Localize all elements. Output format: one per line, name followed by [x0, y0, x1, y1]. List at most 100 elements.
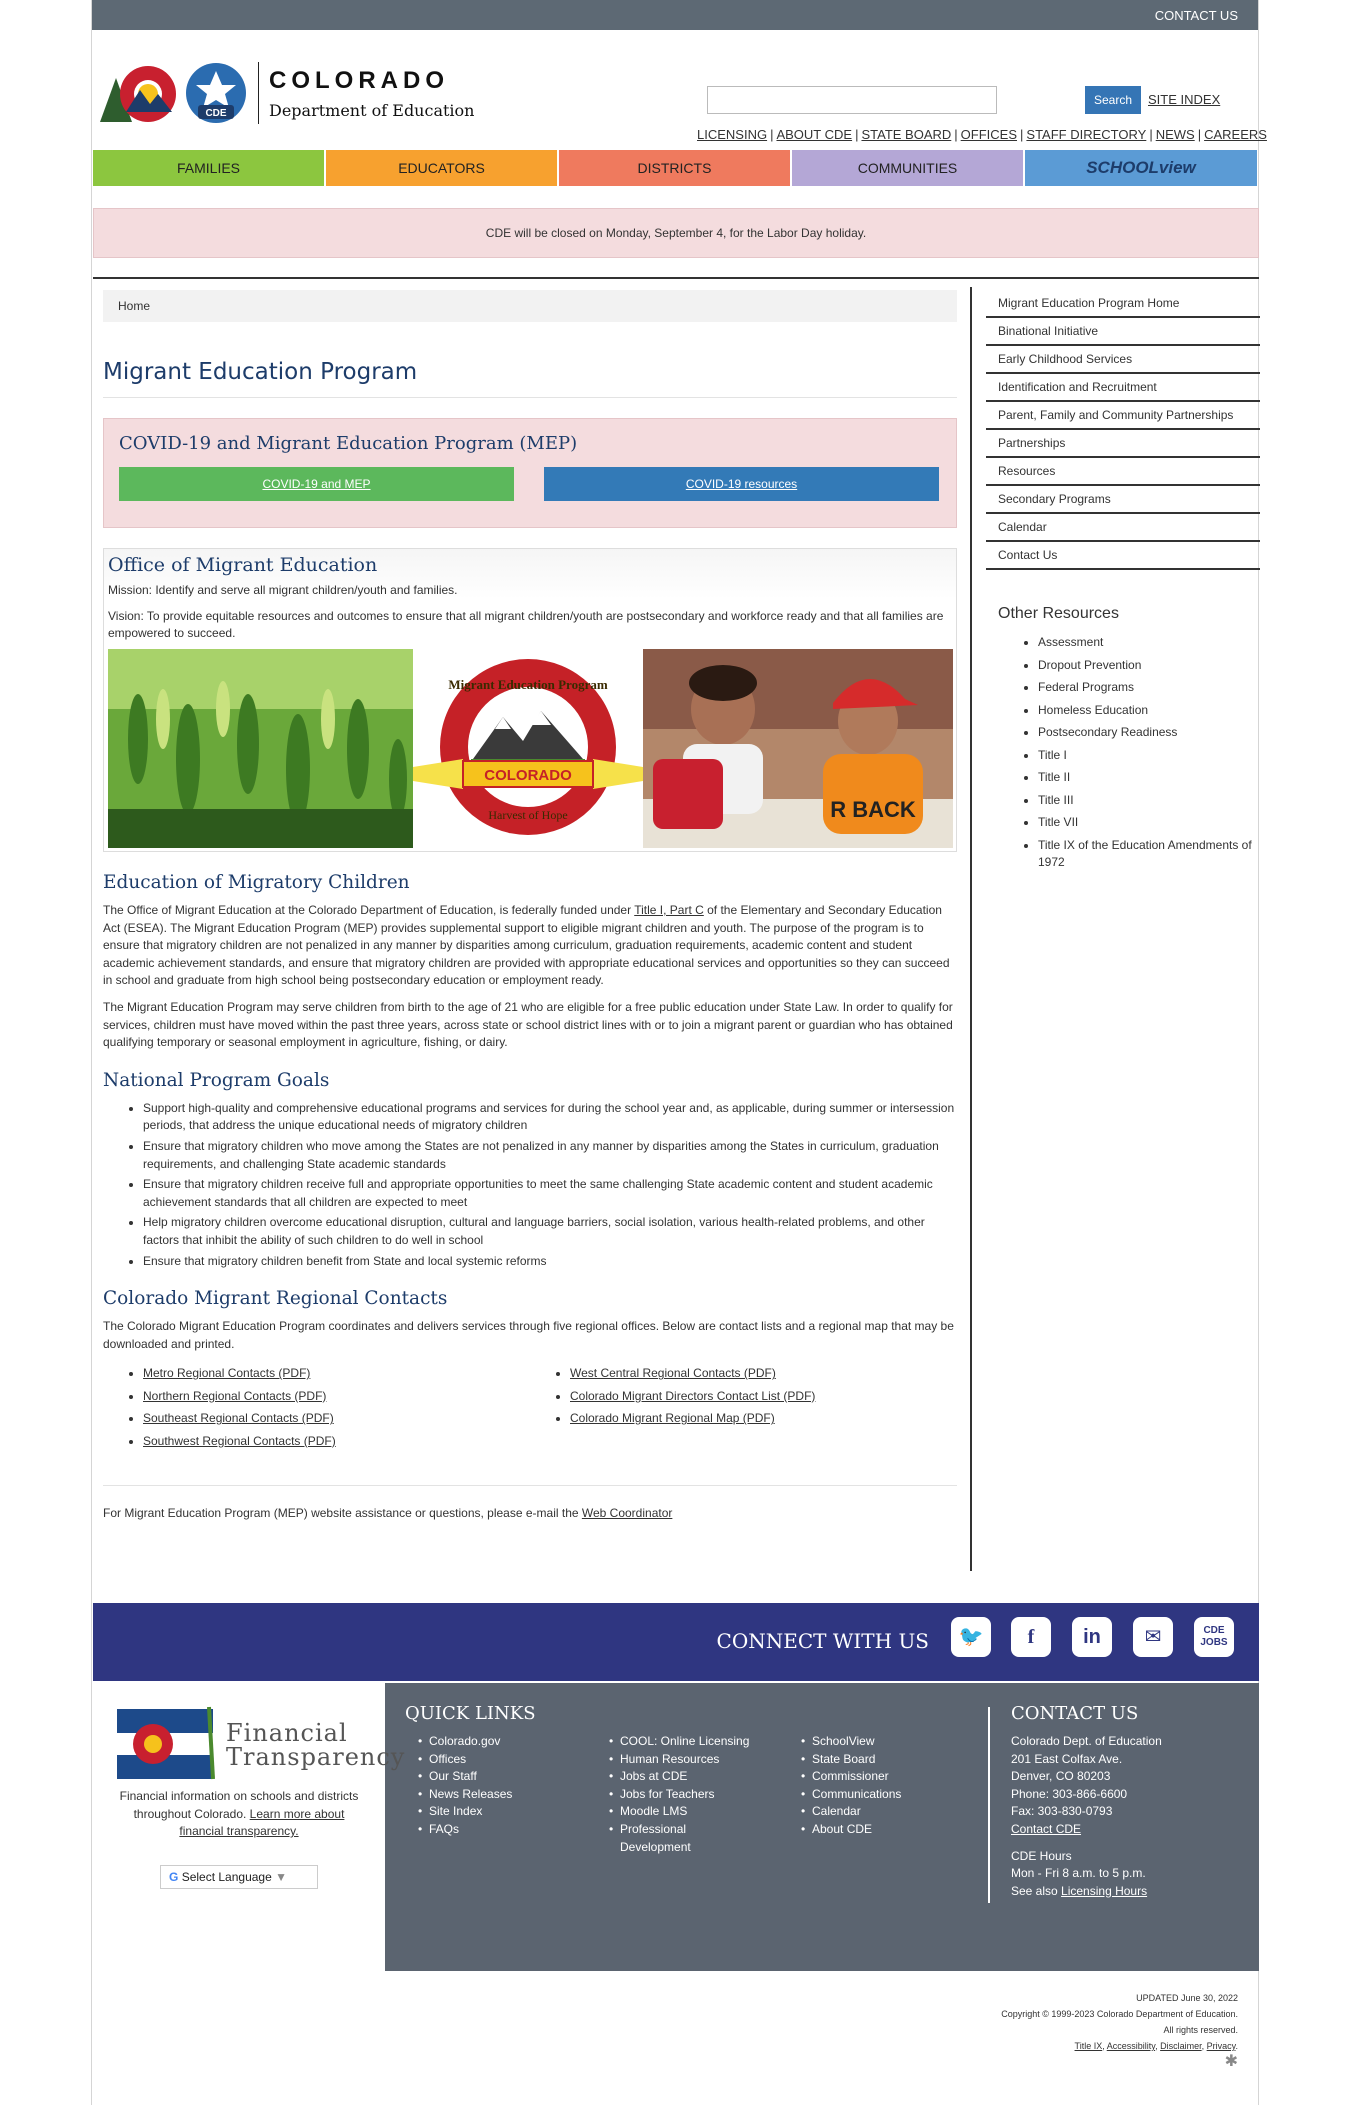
list-item[interactable]: Title III — [1038, 789, 1260, 812]
directors-contact-list-link[interactable]: Colorado Migrant Directors Contact List … — [570, 1389, 815, 1403]
sidebar-item-partnerships[interactable]: Partnerships — [986, 430, 1260, 458]
twitter-icon[interactable]: 🐦 — [951, 1617, 991, 1657]
sidebar-item-calendar[interactable]: Calendar — [986, 514, 1260, 542]
title-i-part-c-link[interactable]: Title I, Part C — [634, 903, 704, 917]
footer-link[interactable]: Communications — [801, 1786, 901, 1804]
disclaimer-link[interactable]: Disclaimer — [1160, 2041, 1202, 2051]
footer-link[interactable]: Calendar — [801, 1803, 901, 1821]
southeast-contacts-link[interactable]: Southeast Regional Contacts (PDF) — [143, 1411, 334, 1425]
footer-link[interactable]: FAQs — [418, 1821, 512, 1839]
footer-link[interactable]: Colorado.gov — [418, 1733, 512, 1751]
footer-link[interactable]: Jobs for Teachers — [609, 1786, 766, 1804]
svg-text:Harvest of Hope: Harvest of Hope — [488, 808, 567, 822]
goals-heading: National Program Goals — [103, 1069, 330, 1091]
facebook-icon[interactable]: f — [1011, 1617, 1051, 1657]
regional-map-link[interactable]: Colorado Migrant Regional Map (PDF) — [570, 1411, 775, 1425]
sidebar-item-mep-home[interactable]: Migrant Education Program Home — [986, 290, 1260, 318]
linkedin-icon[interactable]: in — [1072, 1617, 1112, 1657]
tab-educators[interactable]: EDUCATORS — [326, 150, 557, 186]
wheat-field-image — [108, 649, 413, 848]
list-item[interactable]: Title I — [1038, 744, 1260, 767]
tab-districts[interactable]: DISTRICTS — [559, 150, 790, 186]
licensing-hours-link[interactable]: Licensing Hours — [1061, 1884, 1147, 1898]
list-item[interactable]: Title II — [1038, 766, 1260, 789]
main-nav: FAMILIES EDUCATORS DISTRICTS COMMUNITIES… — [93, 150, 1259, 186]
about-cde-link[interactable]: ABOUT CDE — [776, 127, 852, 142]
sidebar-divider — [970, 287, 972, 1571]
footer-link[interactable]: Site Index — [418, 1803, 512, 1821]
tab-families[interactable]: FAMILIES — [93, 150, 324, 186]
list-item[interactable]: Federal Programs — [1038, 676, 1260, 699]
top-utility-bar: CONTACT US — [92, 0, 1258, 30]
language-select[interactable]: G Select Language ▼ — [160, 1865, 318, 1889]
logo-subtitle: Department of Education — [269, 100, 475, 120]
footer-link[interactable]: Commissioner — [801, 1768, 901, 1786]
tab-schoolview[interactable]: SCHOOLview — [1025, 150, 1257, 186]
financial-transparency-title[interactable]: Financial Transparency — [226, 1721, 405, 1769]
search-button[interactable]: Search — [1085, 86, 1141, 114]
staff-directory-link[interactable]: STAFF DIRECTORY — [1026, 127, 1146, 142]
contact-us-link[interactable]: CONTACT US — [1155, 8, 1238, 23]
sidebar-item-early-childhood[interactable]: Early Childhood Services — [986, 346, 1260, 374]
chevron-down-icon: ▼ — [275, 1870, 287, 1884]
metro-contacts-link[interactable]: Metro Regional Contacts (PDF) — [143, 1366, 310, 1380]
contact-cde-link[interactable]: Contact CDE — [1011, 1822, 1081, 1836]
svg-text:CDE: CDE — [205, 108, 226, 119]
search-input[interactable] — [707, 86, 997, 114]
list-item: Ensure that migratory children receive f… — [143, 1176, 957, 1211]
footer-link[interactable]: News Releases — [418, 1786, 512, 1804]
footer-link[interactable]: Professional Development — [609, 1821, 720, 1856]
cde-logo[interactable]: CDE COLORADO Department of Education — [100, 60, 474, 126]
footer-link[interactable]: State Board — [801, 1751, 901, 1769]
sidebar-item-binational[interactable]: Binational Initiative — [986, 318, 1260, 346]
svg-text:Migrant Education Program: Migrant Education Program — [448, 677, 608, 692]
contact-info: Colorado Dept. of Education 201 East Col… — [1011, 1734, 1162, 1898]
list-item[interactable]: Assessment — [1038, 631, 1260, 654]
regional-intro: The Colorado Migrant Education Program c… — [103, 1319, 954, 1351]
site-header: CDE COLORADO Department of Education Sea… — [92, 30, 1267, 150]
west-central-contacts-link[interactable]: West Central Regional Contacts (PDF) — [570, 1366, 776, 1380]
site-index-link[interactable]: SITE INDEX — [1148, 92, 1220, 107]
title-ix-link[interactable]: Title IX — [1075, 2041, 1103, 2051]
tab-communities[interactable]: COMMUNITIES — [792, 150, 1023, 186]
accessibility-link[interactable]: Accessibility — [1107, 2041, 1155, 2051]
logo-title: COLORADO — [269, 66, 449, 94]
colorado-flag-mountain-icon — [100, 66, 176, 122]
covid-mep-button[interactable]: COVID-19 and MEP — [119, 467, 514, 501]
quick-links-col-2: COOL: Online Licensing Human Resources J… — [606, 1733, 766, 1856]
sidebar-item-parent-family[interactable]: Parent, Family and Community Partnership… — [986, 402, 1260, 430]
footer-link[interactable]: SchoolView — [801, 1733, 901, 1751]
footer-link[interactable]: About CDE — [801, 1821, 901, 1839]
sidebar-item-identification[interactable]: Identification and Recruitment — [986, 374, 1260, 402]
breadcrumb-home[interactable]: Home — [118, 299, 150, 313]
sidebar: Migrant Education Program Home Binationa… — [986, 290, 1260, 871]
state-board-link[interactable]: STATE BOARD — [861, 127, 951, 142]
sidebar-item-contact[interactable]: Contact Us — [986, 542, 1260, 570]
footer-link[interactable]: COOL: Online Licensing — [609, 1733, 766, 1751]
covid-resources-button[interactable]: COVID-19 resources — [544, 467, 939, 501]
footer-link[interactable]: Jobs at CDE — [609, 1768, 766, 1786]
list-item[interactable]: Postsecondary Readiness — [1038, 721, 1260, 744]
footer-link[interactable]: Our Staff — [418, 1768, 512, 1786]
list-item[interactable]: Dropout Prevention — [1038, 654, 1260, 677]
list-item[interactable]: Title VII — [1038, 811, 1260, 834]
list-item: Ensure that migratory children benefit f… — [143, 1253, 957, 1271]
email-icon[interactable]: ✉ — [1133, 1617, 1173, 1657]
licensing-link[interactable]: LICENSING — [697, 127, 767, 142]
northern-contacts-link[interactable]: Northern Regional Contacts (PDF) — [143, 1389, 326, 1403]
offices-link[interactable]: OFFICES — [961, 127, 1017, 142]
cde-jobs-icon[interactable]: CDE JOBS — [1194, 1617, 1234, 1657]
footer-link[interactable]: Offices — [418, 1751, 512, 1769]
footer-link[interactable]: Human Resources — [609, 1751, 766, 1769]
southwest-contacts-link[interactable]: Southwest Regional Contacts (PDF) — [143, 1434, 336, 1448]
list-item[interactable]: Homeless Education — [1038, 699, 1260, 722]
news-link[interactable]: NEWS — [1156, 127, 1195, 142]
web-coordinator-link[interactable]: Web Coordinator — [582, 1506, 673, 1520]
privacy-link[interactable]: Privacy — [1207, 2041, 1236, 2051]
contact-us-heading: CONTACT US — [1011, 1703, 1139, 1724]
footer-link[interactable]: Moodle LMS — [609, 1803, 766, 1821]
careers-link[interactable]: CAREERS — [1204, 127, 1267, 142]
list-item[interactable]: Title IX of the Education Amendments of … — [1038, 834, 1260, 871]
sidebar-item-resources[interactable]: Resources — [986, 458, 1260, 486]
sidebar-item-secondary[interactable]: Secondary Programs — [986, 486, 1260, 514]
